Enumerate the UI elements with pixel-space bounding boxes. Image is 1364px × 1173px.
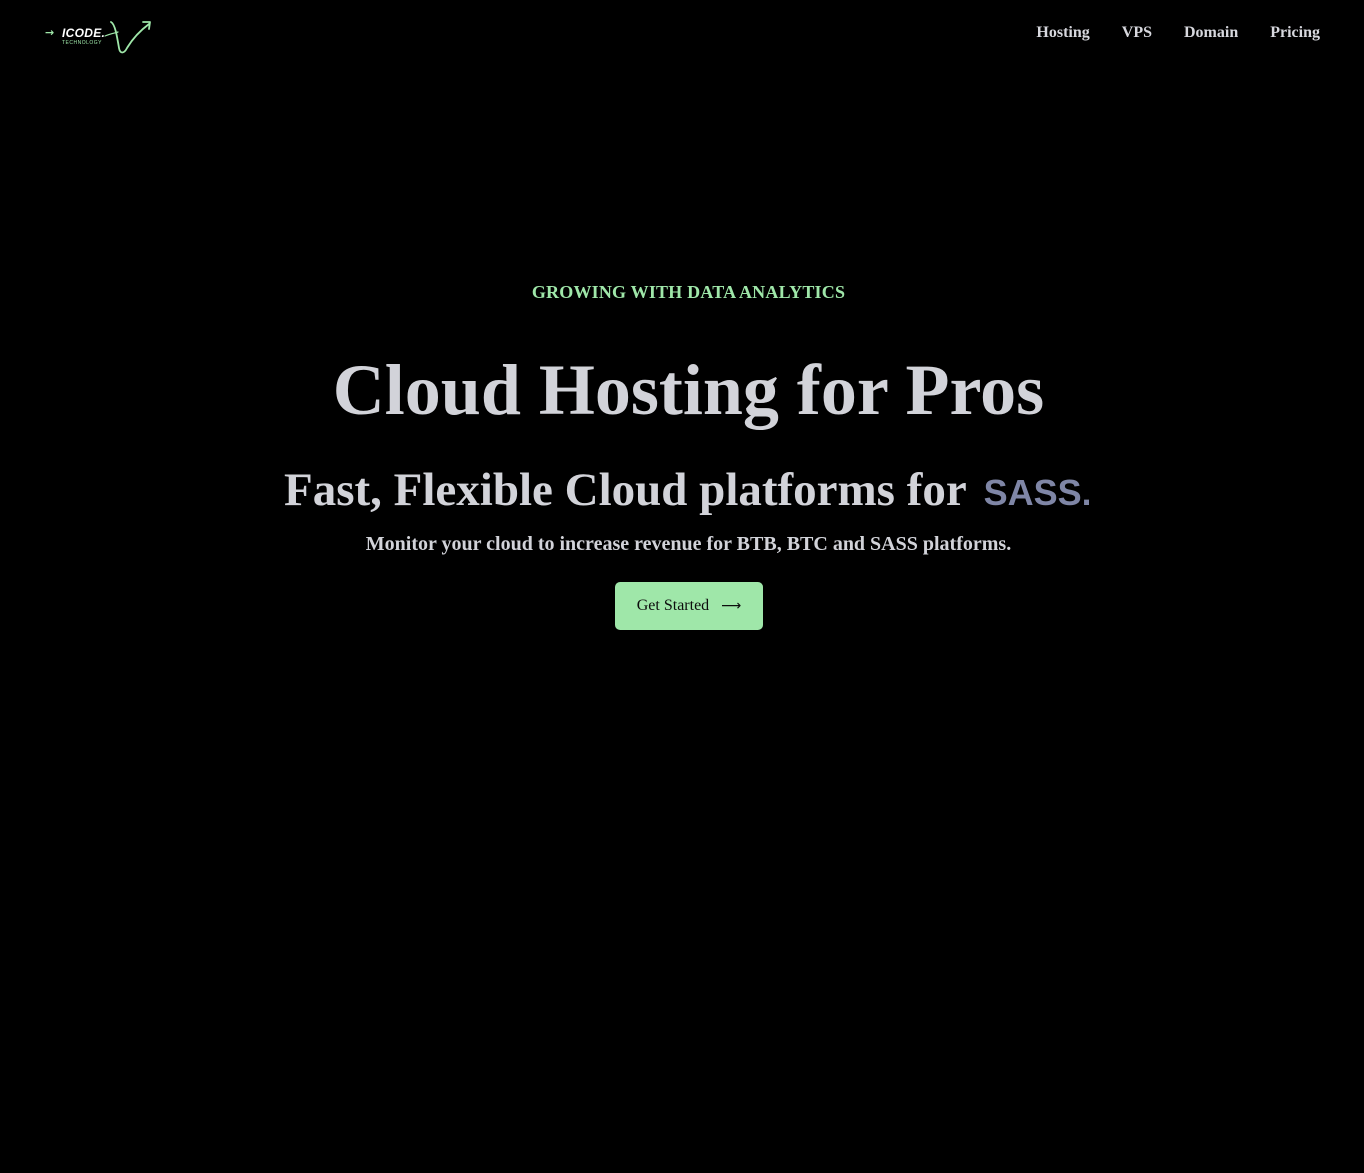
brand-tagline: TECHNOLOGY (62, 40, 103, 46)
brand-name: ICODE. (62, 26, 106, 40)
main-navigation: Hosting VPS Domain Pricing (1036, 22, 1320, 44)
brand-logo[interactable]: → ICODE. TECHNOLOGY (45, 14, 155, 56)
hero-eyebrow: GROWING WITH DATA ANALYTICS (531, 282, 846, 302)
hero-subline-prefix: Fast, Flexible Cloud platforms for (284, 464, 966, 516)
nav-link-domain[interactable]: Domain (1184, 22, 1238, 44)
hero-description: Monitor your cloud to increase revenue f… (365, 533, 1012, 555)
hero-subline: Fast, Flexible Cloud platforms for SASS. (284, 460, 1089, 523)
hero-headline: Cloud Hosting for Pros (332, 350, 1045, 430)
nav-link-hosting[interactable]: Hosting (1036, 22, 1089, 44)
get-started-button[interactable]: Get Started ⟶ (615, 582, 763, 630)
nav-link-vps[interactable]: VPS (1122, 22, 1152, 44)
logo-arrow-icon: → (45, 26, 55, 39)
hero-subline-typed-word: SASS. (983, 472, 1089, 513)
nav-link-pricing[interactable]: Pricing (1270, 22, 1320, 44)
arrow-right-icon: ⟶ (721, 598, 742, 614)
get-started-label: Get Started (636, 597, 710, 614)
top-nav: → ICODE. TECHNOLOGY Hosting VPS Domain P… (0, 0, 1364, 68)
